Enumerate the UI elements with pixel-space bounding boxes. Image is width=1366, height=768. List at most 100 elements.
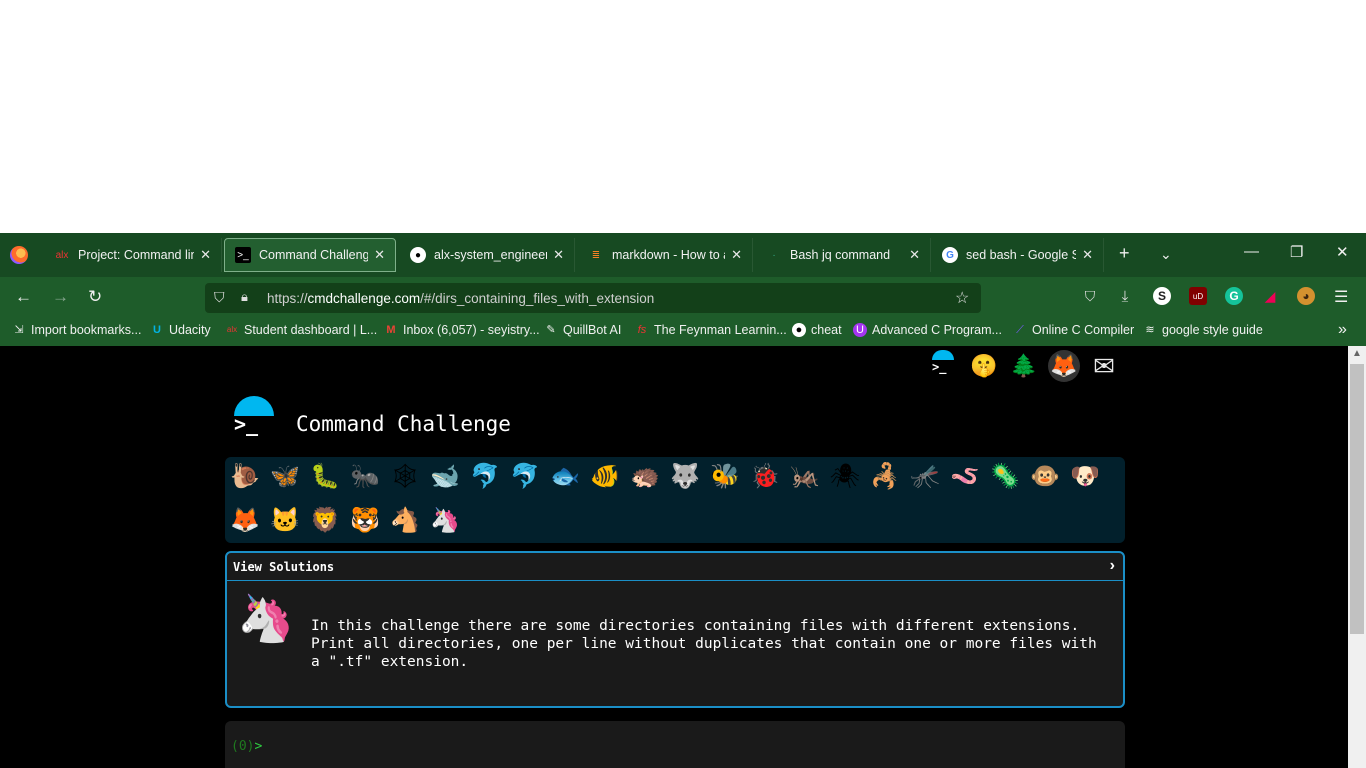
page-scrollbar[interactable]: ▲ (1348, 346, 1366, 768)
challenge-animal-icon[interactable]: 🦊 (228, 503, 262, 537)
bookmark-star-icon[interactable]: ☆ (955, 288, 969, 308)
bookmark-student-dashboard[interactable]: alx Student dashboard | L... (225, 323, 377, 337)
tab-title: markdown - How to add (612, 248, 725, 262)
bookmark-advanced-c[interactable]: U Advanced C Program... (853, 323, 1002, 337)
tab-title: Bash jq command (790, 248, 891, 262)
challenge-animal-icon[interactable]: 🦄 (428, 503, 462, 537)
challenge-animal-icon[interactable]: 🕸 (388, 459, 422, 493)
minimize-icon[interactable]: — (1244, 243, 1259, 260)
pocket-icon[interactable]: ⛉ (1081, 287, 1099, 305)
challenge-animal-icon[interactable]: 🦗 (788, 459, 822, 493)
close-icon[interactable]: ✕ (731, 247, 742, 263)
extension-flag-icon[interactable]: ◢ (1261, 287, 1279, 305)
terminal-logo-icon[interactable]: >_ (926, 350, 958, 382)
page-content: >_ 🤫 🌲 🦊 ✉ >_ Command Challenge 🐌 🦋 🐛 🐜 🕸 🐋 🐬 🐬… (0, 346, 1348, 768)
challenge-animal-icon[interactable]: 🐯 (348, 503, 382, 537)
compiler-icon: ⟋ (1016, 324, 1024, 336)
logo-prompt: >_ (234, 412, 259, 436)
challenge-animal-icon[interactable]: 🐱 (268, 503, 302, 537)
forward-arrow-icon[interactable]: → (52, 287, 69, 307)
challenge-animal-icon[interactable]: 🦟 (908, 459, 942, 493)
mail-icon[interactable]: ✉ (1088, 350, 1120, 382)
tab-bash-jq[interactable]: · Bash jq command ✕ (756, 238, 931, 272)
tab-github[interactable]: ● alx-system_engineering ✕ (400, 238, 575, 272)
fs-icon: fs (637, 324, 647, 336)
url-text[interactable]: https://cmdchallenge.com/#/dirs_containi… (267, 291, 654, 306)
challenge-animal-icon[interactable]: 🐌 (228, 459, 262, 493)
scroll-thumb[interactable] (1350, 364, 1364, 634)
challenge-animal-icon[interactable]: 🐬 (508, 459, 542, 493)
challenge-animal-icon[interactable]: 🐞 (748, 459, 782, 493)
challenge-animal-icon[interactable]: 🐺 (668, 459, 702, 493)
bookmark-cheat[interactable]: ● cheat (792, 323, 842, 337)
tab-stackoverflow[interactable]: ≣ markdown - How to add ✕ (578, 238, 753, 272)
bookmark-label: google style guide (1162, 323, 1263, 337)
challenge-animal-icon[interactable]: 🐵 (1028, 459, 1062, 493)
reload-icon[interactable]: ↻ (88, 287, 102, 307)
terminal-prompt: (0)> (231, 739, 262, 754)
quillbot-icon: ✎ (546, 324, 556, 336)
list-tabs-chevron-down-icon[interactable]: ⌄ (1160, 246, 1172, 263)
grammarly-icon[interactable]: G (1225, 287, 1243, 305)
challenge-animal-icon[interactable]: 🐋 (428, 459, 462, 493)
alx-favicon-icon: alx (55, 249, 69, 261)
challenge-animal-icon[interactable]: 🐬 (468, 459, 502, 493)
challenge-animal-icon[interactable]: 🐠 (588, 459, 622, 493)
challenge-animal-icon[interactable]: 🦂 (868, 459, 902, 493)
challenge-animal-icon[interactable]: 🪱 (948, 459, 982, 493)
challenge-animal-icon[interactable]: 🦔 (628, 459, 662, 493)
tree-icon[interactable]: 🌲 (1008, 350, 1040, 382)
site-logo[interactable]: >_ (232, 396, 276, 440)
scroll-up-arrow-icon[interactable]: ▲ (1352, 348, 1362, 359)
close-icon[interactable]: ✕ (1082, 247, 1093, 263)
tab-command-challenge[interactable]: >_ Command Challenge! ✕ (224, 238, 396, 272)
chevron-right-icon[interactable]: › (1110, 557, 1115, 575)
new-tab-icon[interactable]: + (1119, 243, 1130, 264)
ublock-icon[interactable]: uD (1189, 287, 1207, 305)
challenge-animal-selector: 🐌 🦋 🐛 🐜 🕸 🐋 🐬 🐬 🐟 🐠 🦔 🐺 🐝 🐞 🦗 🕷 🦂 🦟 🪱 🦠 🐵 🐶 🦊 🐱 🦁 🐯 🐴 🦄 (225, 457, 1125, 543)
restore-icon[interactable]: ❐ (1290, 243, 1303, 261)
bookmark-inbox[interactable]: M Inbox (6,057) - seyistry... (384, 323, 539, 337)
close-icon[interactable]: ✕ (200, 247, 211, 263)
close-icon[interactable]: ✕ (374, 247, 385, 263)
challenge-animal-icon[interactable]: 🐜 (348, 459, 382, 493)
challenge-animal-icon[interactable]: 🦠 (988, 459, 1022, 493)
bookmark-quillbot[interactable]: ✎ QuillBot AI (544, 323, 621, 337)
shield-icon[interactable]: ⛉ (214, 289, 225, 306)
challenge-animal-icon[interactable]: 🐶 (1068, 459, 1102, 493)
challenge-animal-icon[interactable]: 🐛 (308, 459, 342, 493)
terminal-favicon-icon: >_ (235, 247, 251, 263)
tab-google-search[interactable]: G sed bash - Google Search ✕ (932, 238, 1104, 272)
back-arrow-icon[interactable]: ← (15, 287, 32, 307)
tampermonkey-icon[interactable]: ◕ (1297, 287, 1315, 305)
gitlab-icon[interactable]: 🦊 (1048, 350, 1080, 382)
google-favicon-icon: G (942, 247, 958, 263)
close-icon[interactable]: ✕ (909, 247, 920, 263)
menu-icon[interactable]: ☰ (1334, 287, 1348, 307)
challenge-animal-icon[interactable]: 🦁 (308, 503, 342, 537)
challenge-animal-icon[interactable]: 🐴 (388, 503, 422, 537)
window-close-icon[interactable]: ✕ (1336, 243, 1349, 261)
challenge-animal-icon[interactable]: 🦋 (268, 459, 302, 493)
shush-face-icon[interactable]: 🤫 (968, 350, 1000, 382)
lock-icon[interactable]: 🔒︎ (241, 289, 248, 305)
view-solutions-header[interactable]: View Solutions › (227, 553, 1123, 581)
close-icon[interactable]: ✕ (553, 247, 564, 263)
downloads-icon[interactable]: ⤓ (1116, 287, 1134, 305)
view-solutions-button[interactable]: View Solutions (233, 560, 334, 574)
bookmark-google-style-guide[interactable]: ≋ google style guide (1143, 323, 1263, 337)
bookmark-online-c-compiler[interactable]: ⟋ Online C Compiler (1013, 323, 1134, 337)
tab-project-command-line[interactable]: alx Project: Command line ✕ (44, 238, 222, 272)
challenge-animal-icon[interactable]: 🐟 (548, 459, 582, 493)
url-bar[interactable]: ⛉ 🔒︎ https://cmdchallenge.com/#/dirs_con… (205, 283, 981, 313)
s-extension-icon[interactable]: S (1153, 287, 1171, 305)
bookmark-udacity[interactable]: U Udacity (150, 323, 211, 337)
firefox-icon[interactable] (10, 246, 28, 264)
bookmark-import[interactable]: ⇲ Import bookmarks... (12, 323, 141, 337)
terminal-input[interactable]: (0)> (225, 721, 1125, 768)
challenge-animal-icon[interactable]: 🕷 (828, 459, 862, 493)
github-icon: ● (792, 323, 806, 337)
bookmarks-overflow-chevron-icon[interactable]: » (1338, 321, 1347, 339)
challenge-animal-icon[interactable]: 🐝 (708, 459, 742, 493)
bookmark-feynman[interactable]: fs The Feynman Learnin... (635, 323, 787, 337)
